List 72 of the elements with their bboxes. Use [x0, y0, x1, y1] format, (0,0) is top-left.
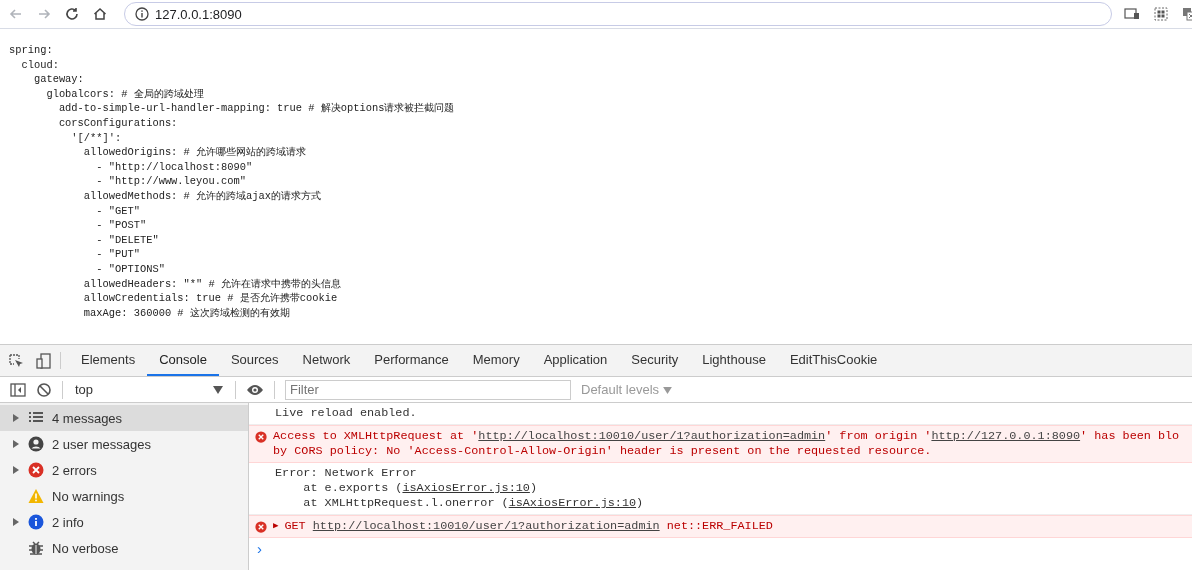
code-line: maxAge: 360000 # 这次跨域检测的有效期: [82, 305, 290, 321]
source-link[interactable]: http://127.0.0.1:8090: [931, 429, 1081, 443]
sidebar-item[interactable]: No warnings: [0, 483, 248, 509]
expand-arrow-icon[interactable]: [12, 440, 20, 448]
code-line: add-to-simple-url-handler-mapping: true # 解决options请求被拦截问题: [57, 101, 455, 116]
sidebar-item[interactable]: 2 user messages: [0, 431, 248, 457]
devtools-tab[interactable]: Application: [531, 345, 620, 376]
expand-arrow-icon[interactable]: [12, 466, 20, 474]
clear-icon[interactable]: [36, 381, 52, 398]
caret-icon: [213, 385, 223, 394]
devtools-tab[interactable]: Elements: [69, 345, 148, 376]
error-icon: [255, 431, 267, 443]
reload-icon[interactable]: [64, 6, 80, 22]
code-line: - "DELETE": [95, 232, 159, 248]
devtools-tab[interactable]: Network: [290, 345, 363, 376]
code-line: globalcors: # 全局的跨域处理: [45, 86, 204, 102]
code-line: - "POST": [95, 218, 147, 233]
user-icon: [28, 436, 44, 452]
code-line: allowCredentials: true # 是否允许携带cookie: [82, 291, 338, 306]
inspect-icon[interactable]: [8, 352, 24, 369]
info-icon[interactable]: [135, 7, 149, 21]
sidebar-item[interactable]: 4 messages: [0, 405, 248, 431]
devtools-tab[interactable]: Memory: [460, 345, 532, 376]
caret-icon: [662, 387, 672, 394]
bug-icon: [28, 540, 44, 556]
sidebar-item[interactable]: 2 errors: [0, 457, 248, 483]
log-message: Error: Network Error at e.exports (isAxiosError.js:10) at XMLHttpRequest.l.onerror (isAxiosError.js:10): [275, 466, 644, 511]
code-line: allowedOrigins: # 允许哪些网站的跨域请求: [82, 145, 307, 160]
code-line: corsConfigurations:: [57, 115, 178, 131]
source-link[interactable]: isAxiosError.js:10: [402, 481, 530, 495]
sidebar-toggle-icon[interactable]: [10, 381, 26, 398]
filter-field[interactable]: Filter: [285, 379, 571, 400]
expand-arrow-icon[interactable]: [12, 518, 20, 526]
expand-arrow-icon[interactable]: [12, 414, 20, 422]
source-link[interactable]: isAxiosError.js:10: [508, 496, 637, 510]
source-link[interactable]: http://localhost:10010/user/1?authorization=admin: [478, 429, 826, 443]
code-line: spring:: [9, 43, 53, 58]
url-text[interactable]: 127.0.0.1:8090: [155, 6, 242, 22]
devtools-tab[interactable]: EditThisCookie: [777, 345, 890, 376]
code-line: - "OPTIONS": [95, 261, 165, 277]
expand-arrow-icon[interactable]: ▶: [273, 519, 279, 534]
code-line: allowedHeaders: "*" # 允许在请求中携带的头信息: [82, 276, 341, 292]
error-icon: [255, 521, 267, 533]
code-line: - "PUT": [95, 247, 140, 262]
devtools-tab[interactable]: Security: [619, 345, 691, 376]
eye-icon[interactable]: [246, 383, 264, 396]
error-icon: [28, 462, 44, 478]
translate-icon[interactable]: [1182, 7, 1192, 21]
code-line: - "http://www.leyou.com": [95, 174, 246, 189]
code-line: allowedMethods: # 允许的跨域ajax的请求方式: [82, 188, 321, 204]
sidebar-item[interactable]: 2 info: [0, 509, 248, 535]
home-icon[interactable]: [92, 6, 108, 22]
info-icon: [28, 514, 44, 530]
warning-icon: [28, 488, 44, 504]
devtools-tab[interactable]: Lighthouse: [690, 345, 778, 376]
error-message: GET http://localhost:10010/user/1?authorization=admin net::ERR_FAILED: [284, 519, 773, 534]
code-line: - "GET": [95, 203, 140, 219]
source-link[interactable]: http://localhost:10010/user/1?authorization=admin: [312, 519, 660, 533]
code-line: cloud:: [20, 57, 59, 73]
code-line: - "http://localhost:8090": [95, 159, 253, 175]
prompt-icon[interactable]: ›: [249, 538, 262, 557]
code-line: gateway:: [32, 72, 84, 87]
devtools-tab[interactable]: Sources: [218, 345, 291, 376]
cast-icon[interactable]: [1124, 7, 1140, 21]
code-line: '[/**]':: [70, 130, 122, 146]
devtools-tab[interactable]: Performance: [362, 345, 461, 376]
sidebar-item[interactable]: No verbose: [0, 535, 248, 561]
device-icon[interactable]: [36, 352, 52, 369]
context-dropdown[interactable]: top: [73, 382, 225, 397]
log-message: Live reload enabled.: [275, 406, 417, 421]
error-message: Access to XMLHttpRequest at 'http://localhost:10010/user/1?authorization=admin' from origin 'http://127.0.0.1:8090' has been blo by CORS policy: No 'Access-Control-Allow-Origin' header is present on the requested resource.: [273, 429, 1180, 459]
grid-icon[interactable]: [1154, 7, 1168, 21]
